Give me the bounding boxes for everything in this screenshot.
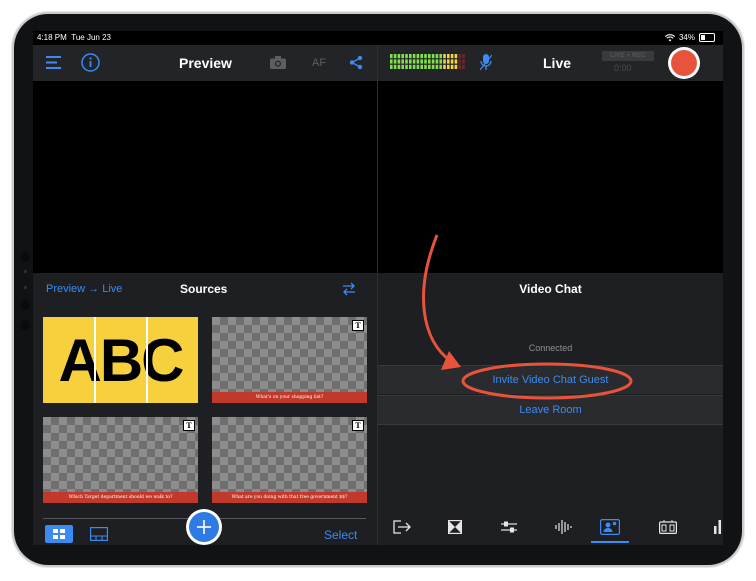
- annotation-arrow: [422, 234, 453, 364]
- annotation-overlay: [422, 234, 633, 400]
- highlight-ellipse: [461, 362, 633, 400]
